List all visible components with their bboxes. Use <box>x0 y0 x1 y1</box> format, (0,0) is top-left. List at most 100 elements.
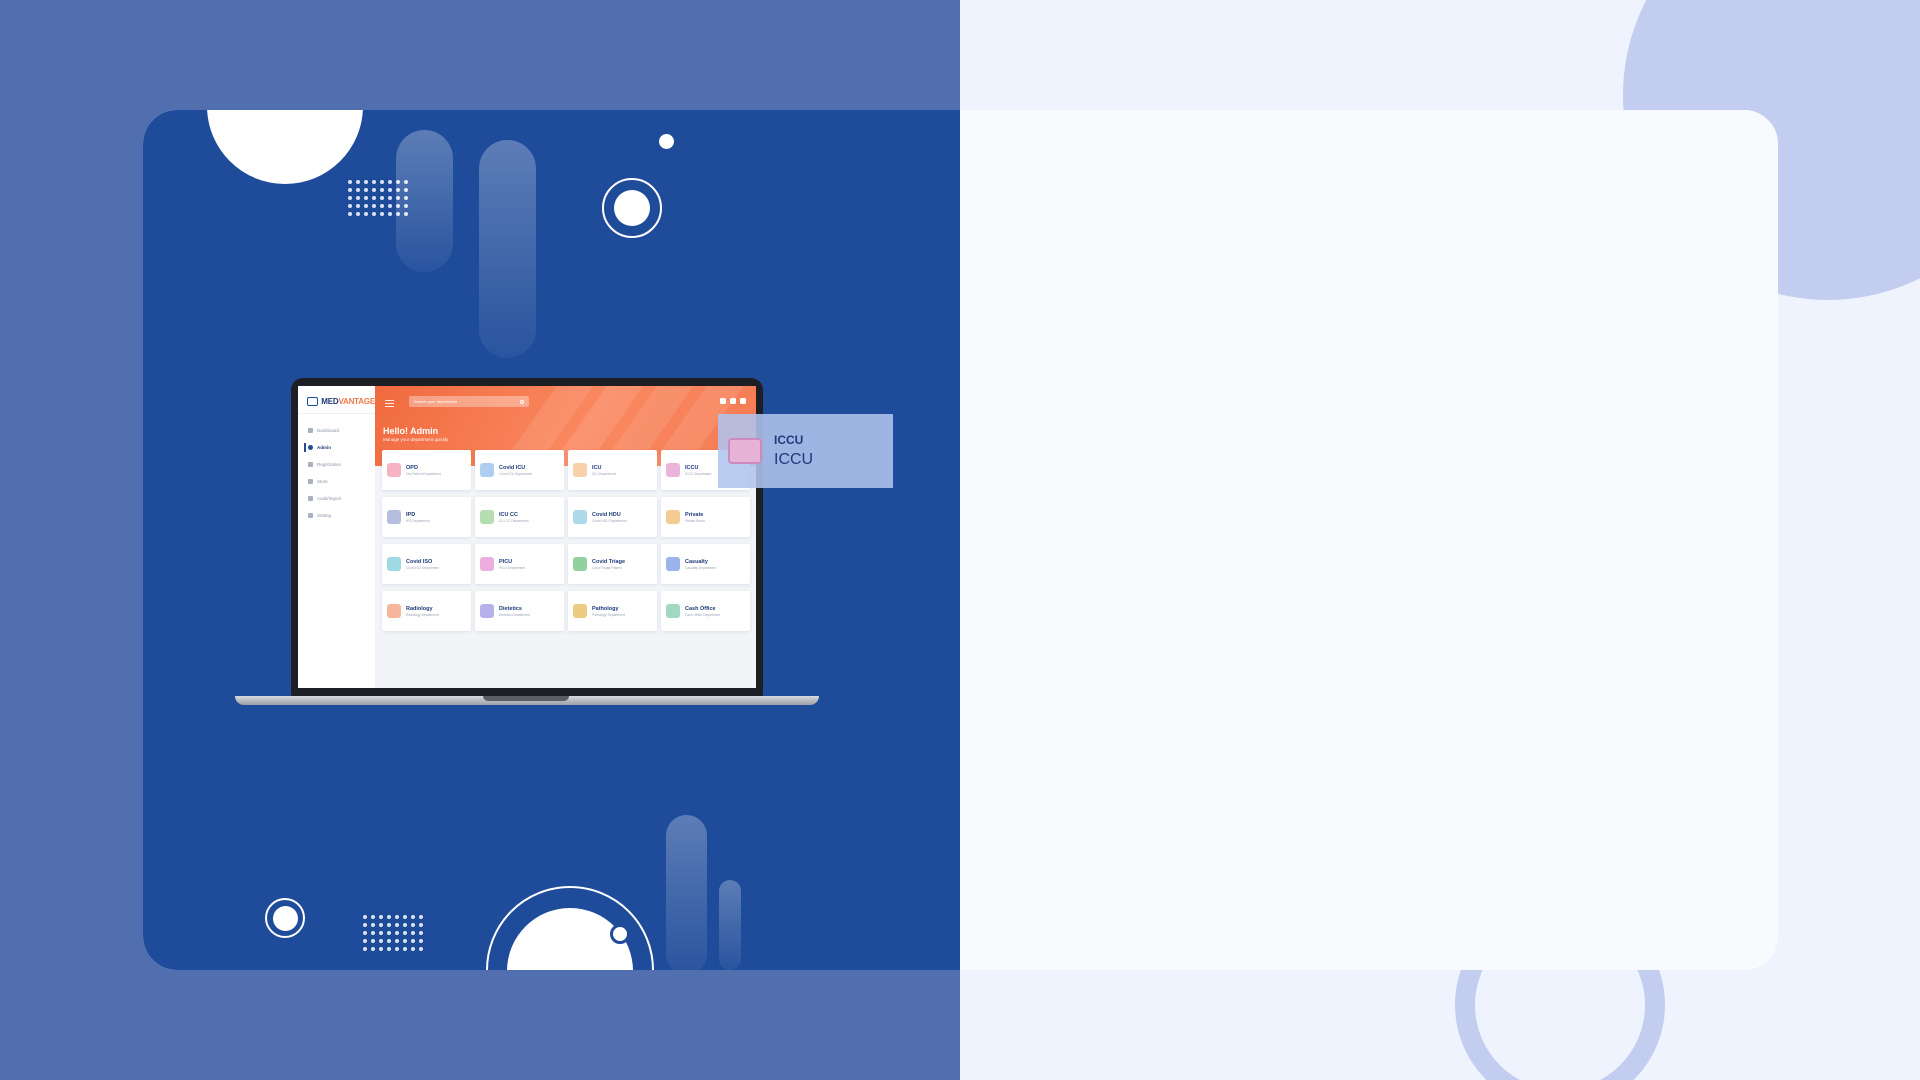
department-name: ICU CC <box>499 511 518 518</box>
department-card[interactable]: Covid ISO Covid ISO Department <box>382 544 471 584</box>
search-input[interactable]: Search your department <box>409 396 529 407</box>
department-grid: OPD Out Patient Department Covid ICU Covid … <box>382 450 750 631</box>
department-subtitle: PICU Department <box>499 565 526 570</box>
iccu-icon <box>728 438 762 464</box>
decor-dot-grid <box>363 915 423 951</box>
registration-icon <box>308 462 313 467</box>
department-name: Dietetics <box>499 605 522 612</box>
department-card[interactable]: Dietetics Dietetics Department <box>475 591 564 631</box>
sidebar-item-label: Admin <box>317 445 331 450</box>
dashboard-icon <box>308 428 313 433</box>
app-logo[interactable]: MEDVANTAGE <box>298 386 375 408</box>
search-icon[interactable] <box>520 399 524 404</box>
department-card[interactable]: Casualty Casualty Department <box>661 544 750 584</box>
department-name: Cash Office <box>685 605 716 612</box>
logo-brand-right: VANTAGE <box>338 396 375 406</box>
department-card[interactable]: Cash Office Cash Office Department <box>661 591 750 631</box>
department-name: OPD <box>406 464 418 471</box>
department-card[interactable]: Covid HDU Covid HDU Department <box>568 497 657 537</box>
profile-icon[interactable] <box>740 398 746 404</box>
private-icon <box>666 510 680 524</box>
gear-icon <box>308 513 313 518</box>
department-name: Pathology <box>592 605 619 612</box>
department-card[interactable]: Pathology Pathology Department <box>568 591 657 631</box>
decor-pill <box>719 880 741 970</box>
casualty-icon <box>666 557 680 571</box>
department-card[interactable]: Covid ICU Covid ICU Department <box>475 450 564 490</box>
department-card[interactable]: Covid Triage Covid Triage Patient <box>568 544 657 584</box>
logo-brand-left: MED <box>321 396 339 406</box>
ipd-icon <box>387 510 401 524</box>
sidebar-item-label: Store <box>317 479 328 484</box>
decor-pill <box>479 140 536 358</box>
department-subtitle: Covid HDU Department <box>592 518 627 523</box>
tooltip-title: ICCU <box>774 433 804 447</box>
department-card[interactable]: Radiology Radiology Department <box>382 591 471 631</box>
department-name: ICU <box>592 464 602 471</box>
sidebar-item-label: Registration <box>317 462 342 467</box>
app-sidebar: MEDVANTAGE Dashboard Admin Registration … <box>298 386 375 688</box>
sidebar-item-admin[interactable]: Admin <box>298 439 375 456</box>
sidebar-item-label: Dashboard <box>317 428 340 433</box>
pathology-icon <box>573 604 587 618</box>
covid-triage-icon <box>573 557 587 571</box>
showcase-panel: MEDVANTAGE Dashboard Admin Registration … <box>143 110 960 970</box>
greeting-subtitle: Manage your department quickly <box>383 437 449 442</box>
department-card[interactable]: Private Private Room <box>661 497 750 537</box>
department-name: IPD <box>406 511 416 518</box>
department-subtitle: Radiology Department <box>406 612 439 617</box>
department-subtitle: IPD Department <box>406 518 430 523</box>
department-subtitle: Pathology Department <box>592 612 625 617</box>
logo-icon <box>307 396 319 406</box>
department-card[interactable]: IPD IPD Department <box>382 497 471 537</box>
department-name: Covid HDU <box>592 511 621 518</box>
department-subtitle: Private Room <box>685 518 705 523</box>
store-icon <box>308 479 313 484</box>
iccu-icon <box>666 463 680 477</box>
department-subtitle: Out Patient Department <box>406 471 441 476</box>
department-name: Radiology <box>406 605 433 612</box>
greeting-title: Hello! Admin <box>383 426 439 436</box>
sidebar-item-setting[interactable]: Setting <box>298 507 375 524</box>
sidebar-item-label: Setting <box>317 513 332 518</box>
sidebar-item-registration[interactable]: Registration <box>298 456 375 473</box>
department-name: PICU <box>499 558 513 565</box>
department-name: Covid ICU <box>499 464 526 471</box>
department-name: Covid Triage <box>592 558 626 565</box>
department-subtitle: Covid ICU Department <box>499 471 533 476</box>
department-name: Covid ISO <box>406 558 433 565</box>
decor-dot <box>659 134 674 149</box>
department-subtitle: Cash Office Department <box>685 612 721 617</box>
department-card[interactable]: ICU ICU Department <box>568 450 657 490</box>
app-screen: MEDVANTAGE Dashboard Admin Registration … <box>298 386 756 688</box>
department-tooltip: ICCU ICCU <box>718 414 893 488</box>
sidebar-item-audit-import[interactable]: Audit/Import <box>298 490 375 507</box>
sidebar-item-store[interactable]: Store <box>298 473 375 490</box>
sidebar-item-dashboard[interactable]: Dashboard <box>298 422 375 439</box>
user-icon <box>308 445 313 450</box>
notification-icon[interactable] <box>720 398 726 404</box>
department-card[interactable]: ICU CC ICU CC Department <box>475 497 564 537</box>
decor-circle <box>207 110 363 184</box>
department-subtitle: ICU CC Department <box>499 518 529 523</box>
decor-ring <box>265 898 305 938</box>
menu-icon[interactable] <box>385 400 394 407</box>
message-icon[interactable] <box>730 398 736 404</box>
covid-hdu-icon <box>573 510 587 524</box>
laptop-notch <box>483 696 569 701</box>
department-card[interactable]: OPD Out Patient Department <box>382 450 471 490</box>
decor-dot <box>610 924 630 944</box>
showcase-card: MEDVANTAGE Dashboard Admin Registration … <box>143 110 1778 970</box>
covid-iso-icon <box>387 557 401 571</box>
decor-ring <box>602 178 662 238</box>
department-subtitle: Covid ISO Department <box>406 565 440 570</box>
audit-icon <box>308 496 313 501</box>
decor-dot-grid <box>348 180 408 216</box>
department-name: Private <box>685 511 704 518</box>
department-subtitle: Casualty Department <box>685 565 716 570</box>
icu-icon <box>573 463 587 477</box>
sidebar-nav: Dashboard Admin Registration Store Audit… <box>298 414 375 524</box>
tooltip-label: ICCU <box>774 451 814 468</box>
header-actions <box>720 398 746 404</box>
department-card[interactable]: PICU PICU Department <box>475 544 564 584</box>
